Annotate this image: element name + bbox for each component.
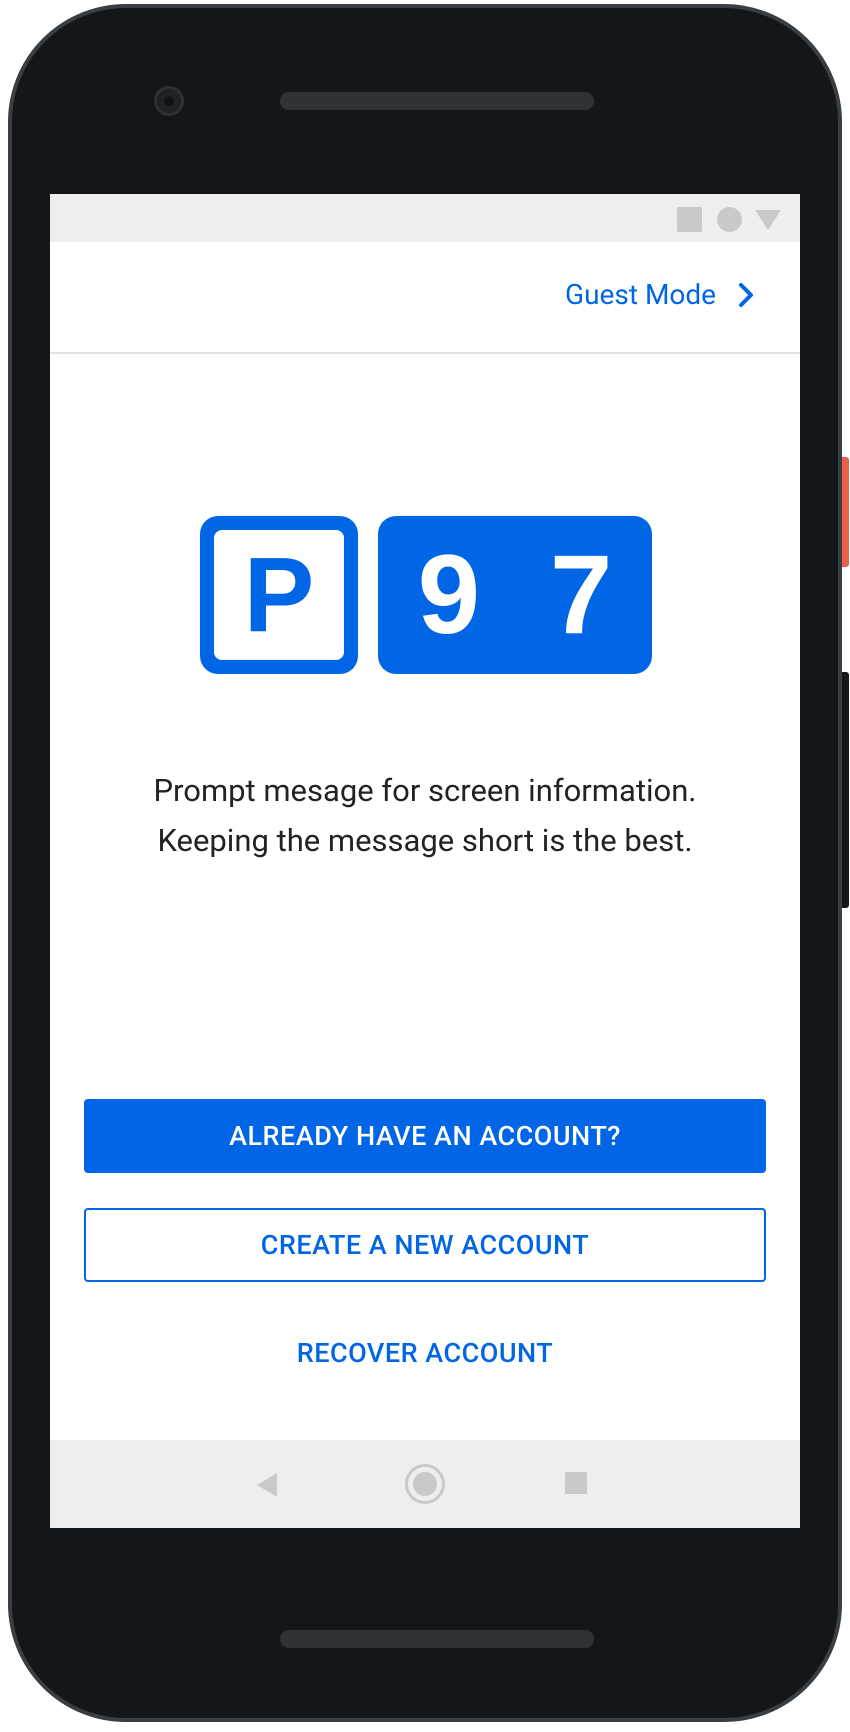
power-button xyxy=(842,457,849,567)
logo-digit-1: 9 xyxy=(417,532,480,657)
device-screen: Guest Mode P 9 7 Prompt mesage for scree… xyxy=(50,194,800,1528)
chevron-right-icon xyxy=(739,282,753,307)
guest-mode-label: Guest Mode xyxy=(565,278,716,311)
parking-logo: P 9 7 xyxy=(200,516,652,674)
earpiece-speaker xyxy=(280,92,594,110)
create-account-button[interactable]: CREATE A NEW ACCOUNT xyxy=(84,1208,766,1282)
already-have-account-button[interactable]: ALREADY HAVE AN ACCOUNT? xyxy=(84,1099,766,1173)
logo-letter: P xyxy=(214,530,344,660)
stop-square-icon xyxy=(677,207,702,232)
parking-sign-icon: P xyxy=(200,516,358,674)
bottom-speaker xyxy=(280,1630,594,1648)
recover-account-button[interactable]: RECOVER ACCOUNT xyxy=(84,1316,766,1390)
front-camera xyxy=(154,86,184,116)
guest-mode-link[interactable]: Guest Mode xyxy=(565,278,754,311)
system-nav-bar xyxy=(50,1440,800,1528)
status-bar xyxy=(50,194,800,242)
record-circle-icon xyxy=(717,207,742,232)
prompt-line-2: Keeping the message short is the best. xyxy=(157,822,693,859)
top-app-bar: Guest Mode xyxy=(50,242,800,354)
back-icon[interactable] xyxy=(257,1473,277,1497)
prompt-message: Prompt mesage for screen information. Ke… xyxy=(50,766,800,866)
home-icon[interactable] xyxy=(405,1464,445,1504)
prompt-line-1: Prompt mesage for screen information. xyxy=(153,772,697,809)
logo-digit-2: 7 xyxy=(550,532,613,657)
signal-triangle-icon xyxy=(755,210,781,230)
volume-button xyxy=(842,672,849,908)
recents-icon[interactable] xyxy=(565,1472,587,1494)
logo-number-plate: 9 7 xyxy=(378,516,652,674)
